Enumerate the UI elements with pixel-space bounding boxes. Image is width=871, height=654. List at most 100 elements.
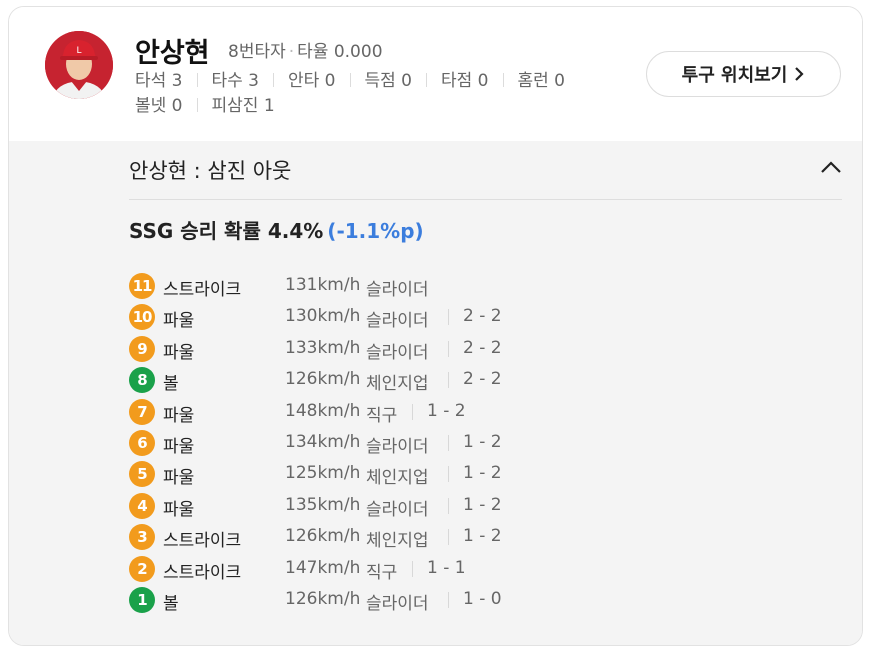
dot-separator: ·: [288, 42, 295, 62]
pitch-number-badge: 9: [129, 335, 155, 362]
stat-item: 피삼진 1: [211, 96, 275, 116]
ball-strike-count: 2 - 2: [463, 337, 502, 358]
ball-strike-count: 1 - 2: [463, 526, 502, 547]
stat-item: 안타 0: [288, 71, 336, 91]
batting-order: 8번타자: [228, 42, 286, 62]
pitch-number-badge: 1: [129, 587, 155, 613]
pitch-type: 체인지업: [366, 374, 429, 395]
stat-item: 볼넷 0: [135, 96, 183, 116]
pitch-type: 슬라이더: [366, 311, 429, 332]
ball-strike-count: 1 - 0: [463, 589, 502, 609]
batting-average: 타율 0.000: [297, 42, 383, 62]
ball-strike-count: 2 - 2: [463, 369, 502, 390]
pitch-row: 3 스트라이크 126km/h 체인지업 1 - 2: [129, 523, 729, 552]
pitch-row: 1 볼 126km/h 슬라이더 1 - 0: [129, 586, 729, 614]
player-stats: 타석 3 타수 3 안타 0 득점 0 타점 0 홈런 0 볼넷 0 피삼진 1: [135, 69, 635, 119]
pitch-number-badge: 8: [129, 367, 155, 394]
pitch-row: 5 파울 125km/h 체인지업 1 - 2: [129, 460, 729, 489]
pitch-result: 파울: [163, 437, 195, 457]
pitch-row: 10 파울 130km/h 슬라이더 2 - 2: [129, 303, 729, 332]
win-probability-change: (-1.1%p): [327, 219, 424, 243]
stat-item: 홈런 0: [517, 71, 566, 91]
pitch-speed: 147km/h: [285, 557, 361, 578]
pitch-speed: 126km/h: [285, 526, 361, 547]
win-probability-label: SSG 승리 확률 4.4%: [129, 219, 324, 243]
pitch-type: 슬라이더: [366, 499, 429, 520]
pitch-result: 파울: [163, 311, 195, 332]
count-separator: [448, 372, 449, 389]
at-bat-detail: 안상현 : 삼진 아웃 SSG 승리 확률 4.4% (-1.1%p) 11 스트라…: [9, 141, 862, 645]
player-name: 안상현: [135, 38, 210, 69]
chevron-up-icon[interactable]: [820, 159, 842, 175]
pitch-row: 4 파울 135km/h 슬라이더 1 - 2: [129, 492, 729, 520]
count-separator: [448, 466, 449, 483]
count-separator: [448, 497, 449, 514]
pitch-row: 6 파울 134km/h 슬라이더 1 - 2: [129, 429, 729, 457]
player-photo-icon: L: [45, 31, 113, 99]
pitch-speed: 126km/h: [285, 589, 361, 609]
ball-strike-count: 1 - 1: [427, 557, 466, 578]
stat-item: 타석 3: [135, 71, 183, 91]
pitch-number-badge: 5: [129, 461, 155, 488]
player-avatar: L: [45, 31, 113, 99]
ball-strike-count: 1 - 2: [463, 463, 502, 484]
stat-separator: [349, 73, 351, 87]
pitch-result: 파울: [163, 499, 195, 520]
pitch-row: 8 볼 126km/h 체인지업 2 - 2: [129, 366, 729, 395]
pitch-row: 9 파울 133km/h 슬라이더 2 - 2: [129, 335, 729, 363]
view-pitch-location-button[interactable]: 투구 위치보기: [646, 51, 841, 97]
pitch-number-badge: 4: [129, 492, 155, 519]
player-header: L 안상현 8번타자 · 타율 0.000 타석 3 타수 3 안타 0 득점 0 타점 0…: [9, 7, 862, 141]
count-separator: [448, 435, 449, 451]
pitch-type: 직구: [366, 562, 398, 583]
pitch-row: 2 스트라이크 147km/h 직구 1 - 1: [129, 555, 729, 583]
ball-strike-count: 1 - 2: [463, 432, 502, 452]
pitch-result: 파울: [163, 342, 195, 363]
pitch-type: 슬라이더: [366, 342, 429, 363]
pitch-speed: 134km/h: [285, 432, 361, 452]
stat-item: 타수 3: [211, 71, 260, 91]
ball-strike-count: 1 - 2: [463, 494, 502, 515]
pitch-row: 11 스트라이크 131km/h 슬라이더: [129, 272, 729, 300]
pitch-type: 슬라이더: [366, 280, 429, 300]
pitch-result: 파울: [163, 405, 195, 426]
stat-item: 득점 0: [364, 71, 413, 91]
stat-separator: [426, 73, 427, 87]
pitch-speed: 131km/h: [285, 275, 361, 295]
ball-strike-count: 2 - 2: [463, 306, 502, 327]
pitch-result: 스트라이크: [163, 531, 242, 552]
pitch-number-badge: 6: [129, 430, 155, 456]
pitch-speed: 135km/h: [285, 494, 361, 515]
player-card: L 안상현 8번타자 · 타율 0.000 타석 3 타수 3 안타 0 득점 0 타점 0…: [8, 6, 863, 646]
stat-separator: [273, 73, 274, 87]
pitch-speed: 126km/h: [285, 369, 361, 390]
stat-item: 타점 0: [441, 71, 489, 91]
pitch-speed: 125km/h: [285, 463, 361, 484]
pitch-result: 파울: [163, 468, 195, 489]
stat-separator: [196, 73, 198, 87]
count-separator: [448, 592, 449, 608]
pitch-speed: 133km/h: [285, 337, 361, 358]
pitch-result: 스트라이크: [163, 280, 242, 300]
pitch-type: 체인지업: [366, 531, 429, 552]
ball-strike-count: 1 - 2: [427, 400, 466, 421]
view-pitch-location-label: 투구 위치보기: [681, 65, 788, 86]
at-bat-result-row[interactable]: 안상현 : 삼진 아웃: [129, 141, 842, 200]
count-separator: [412, 560, 413, 577]
count-separator: [448, 309, 449, 326]
at-bat-result: 안상현 : 삼진 아웃: [129, 159, 292, 183]
pitch-result: 볼: [163, 594, 179, 614]
pitch-number-badge: 2: [129, 555, 155, 582]
win-probability: SSG 승리 확률 4.4% (-1.1%p): [129, 215, 424, 244]
pitch-number-badge: 11: [129, 273, 155, 299]
pitch-result: 볼: [163, 374, 179, 395]
chevron-right-icon: [795, 67, 804, 81]
pitch-speed: 148km/h: [285, 400, 361, 421]
count-separator: [412, 403, 413, 420]
pitch-number-badge: 7: [129, 398, 155, 425]
pitch-type: 슬라이더: [366, 594, 429, 614]
count-separator: [448, 529, 449, 546]
stat-separator: [502, 73, 504, 87]
pitch-type: 슬라이더: [366, 437, 429, 457]
svg-text:L: L: [76, 46, 81, 56]
